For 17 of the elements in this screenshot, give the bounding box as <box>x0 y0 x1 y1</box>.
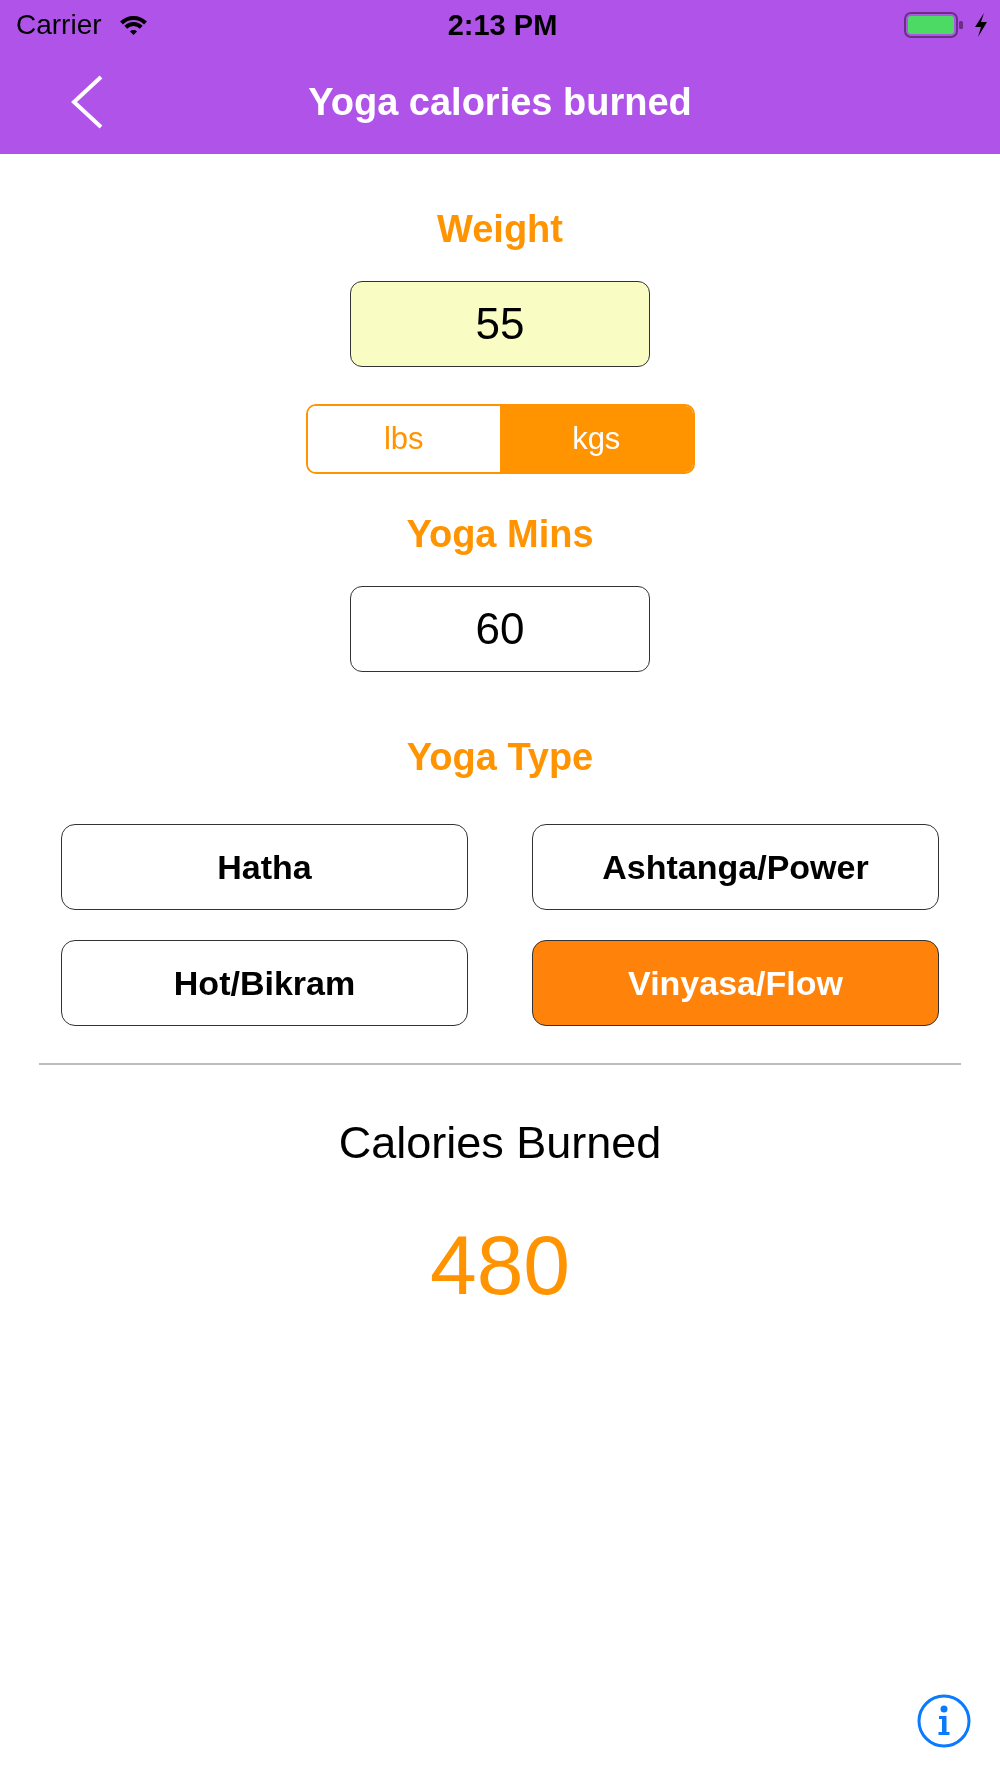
yoga-type-button[interactable]: Ashtanga/Power <box>532 824 939 910</box>
lightning-bolt-icon <box>973 13 989 37</box>
carrier-label: Carrier <box>16 9 102 41</box>
section-label: Yoga Type <box>406 735 594 779</box>
battery-icon <box>904 12 964 38</box>
field-label: Weight <box>437 207 563 251</box>
weight-input[interactable]: 55 <box>350 281 650 367</box>
calorie-count: 480 <box>429 1217 571 1314</box>
result-label: Calories Burned <box>338 1116 662 1170</box>
screen-title: Yoga calories burned <box>308 80 692 124</box>
field-label: Yoga Mins <box>406 512 594 556</box>
chevron-left-icon[interactable] <box>70 74 104 130</box>
yoga-type-button[interactable]: Hot/Bikram <box>61 940 468 1026</box>
minutes-input[interactable]: 60 <box>350 586 650 672</box>
yoga-type-button[interactable]: Hatha <box>61 824 468 910</box>
clock-time: 2:13 PM <box>447 8 558 42</box>
info-icon[interactable] <box>917 1694 971 1748</box>
